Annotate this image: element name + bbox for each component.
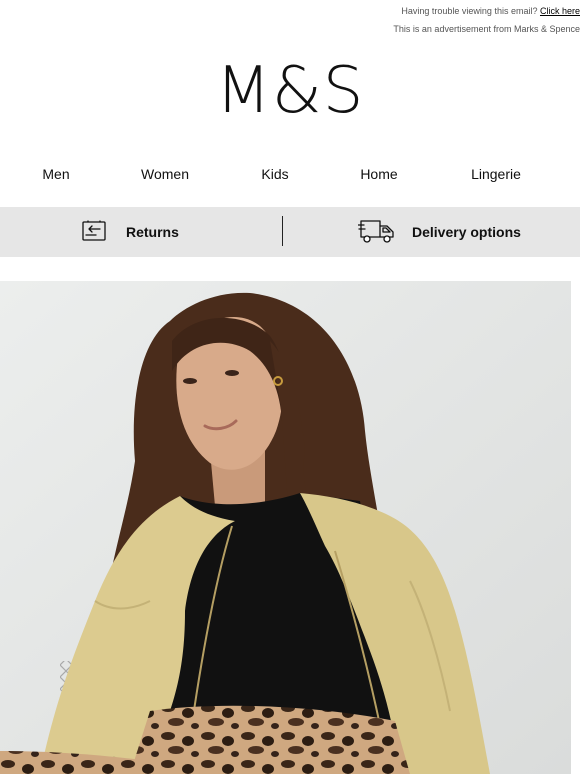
click-here-link[interactable]: Click here [540,6,580,16]
model-in-yellow-jacket-photo [0,281,571,774]
returns-icon [80,219,108,246]
delivery-label: Delivery options [412,224,521,240]
nav-item-women[interactable]: Women [141,166,189,182]
nav-item-men[interactable]: Men [42,166,69,182]
delivery-truck-icon [357,217,396,248]
service-divider [282,216,283,246]
nav-item-kids[interactable]: Kids [261,166,288,182]
preheader-trouble-row: Having trouble viewing this email? Click… [401,6,580,16]
returns-label: Returns [126,224,179,240]
trouble-text: Having trouble viewing this email? [401,6,538,16]
service-bar: Returns Delivery options [0,207,580,257]
category-nav: Men Women Kids Home Lingerie [0,160,580,188]
hero-image[interactable] [0,281,571,774]
returns-link[interactable]: Returns [80,207,179,257]
ms-logo[interactable]: M&S [0,48,580,134]
nav-item-lingerie[interactable]: Lingerie [471,166,521,182]
ad-notice: This is an advertisement from Marks & Sp… [393,24,580,34]
nav-item-home[interactable]: Home [360,166,397,182]
delivery-options-link[interactable]: Delivery options [357,207,521,257]
